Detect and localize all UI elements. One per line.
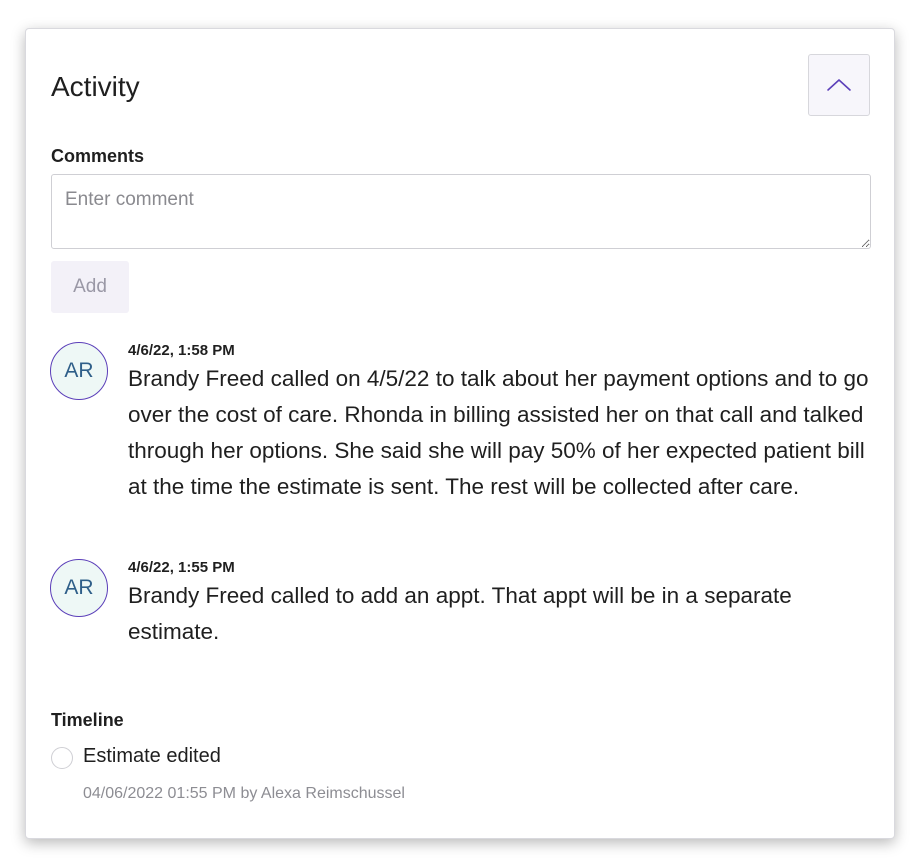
comment-item: AR 4/6/22, 1:55 PM Brandy Freed called t… bbox=[50, 559, 872, 649]
timeline-label: Timeline bbox=[51, 710, 124, 730]
timeline-dot-icon bbox=[51, 747, 73, 769]
comment-timestamp: 4/6/22, 1:55 PM bbox=[128, 559, 235, 576]
collapse-button[interactable] bbox=[808, 54, 870, 116]
avatar: AR bbox=[50, 559, 108, 617]
comment-text: Brandy Freed called on 4/5/22 to talk ab… bbox=[128, 366, 869, 499]
comment-timestamp: 4/6/22, 1:58 PM bbox=[128, 342, 235, 359]
comment-input[interactable] bbox=[51, 174, 871, 249]
timeline-event-title: Estimate edited bbox=[83, 745, 221, 767]
timeline-event-meta: 04/06/2022 01:55 PM by Alexa Reimschusse… bbox=[83, 785, 405, 802]
chevron-up-icon bbox=[827, 79, 851, 91]
comments-label: Comments bbox=[51, 146, 145, 166]
panel-title: Activity bbox=[51, 71, 140, 102]
comment-text: Brandy Freed called to add an appt. That… bbox=[128, 583, 792, 644]
comment-item: AR 4/6/22, 1:58 PM Brandy Freed called o… bbox=[50, 342, 872, 527]
activity-panel: Activity Comments Add AR 4/6/22, 1:58 PM… bbox=[25, 28, 895, 839]
avatar: AR bbox=[50, 342, 108, 400]
add-comment-button[interactable]: Add bbox=[51, 261, 129, 313]
